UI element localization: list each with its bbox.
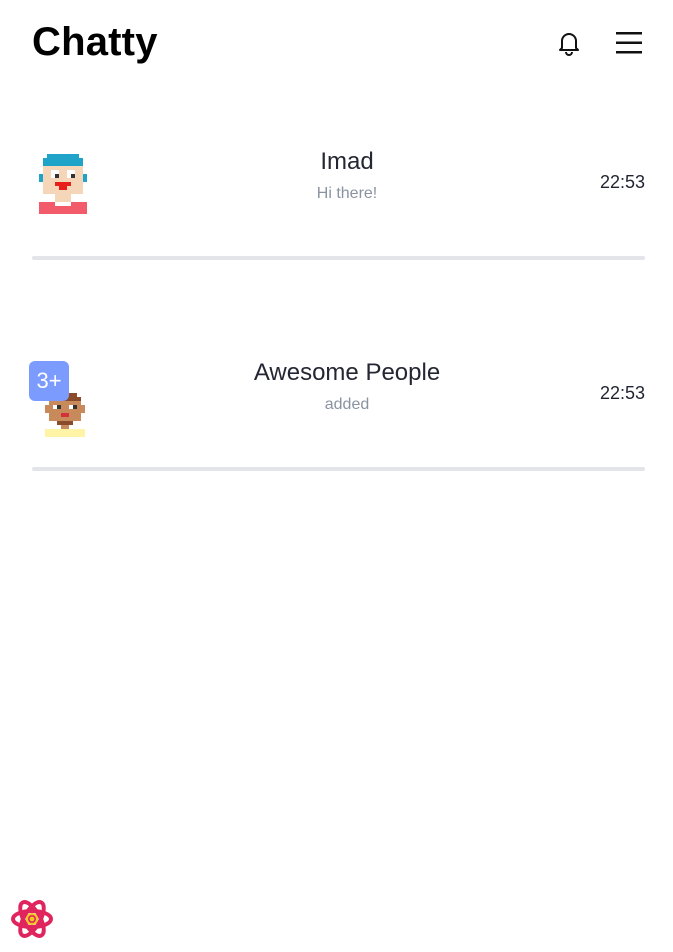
divider: [32, 256, 645, 260]
group-member-badge: 3+: [29, 361, 69, 401]
chat-info: Awesome People added: [112, 359, 582, 415]
chat-name: Imad: [320, 148, 374, 175]
chat-preview: Hi there!: [316, 185, 378, 202]
chat-info: Imad Hi there!: [112, 148, 582, 204]
chat-list: Imad Hi there! 22:53 3+ Awesome People a…: [29, 110, 645, 471]
bell-icon: [559, 33, 579, 56]
divider: [32, 467, 645, 471]
group-avatar: 3+: [29, 361, 89, 441]
notifications-button[interactable]: [554, 28, 584, 58]
pixel-avatar-icon: [39, 154, 87, 214]
app-header: Chatty: [0, 0, 673, 88]
chat-preview: added: [324, 396, 370, 413]
chat-name: Awesome People: [253, 359, 441, 386]
app-title: Chatty: [32, 20, 158, 64]
hamburger-menu-icon: [616, 32, 642, 54]
menu-button[interactable]: [614, 28, 644, 58]
chat-item-awesome-people[interactable]: 3+ Awesome People added 22:53: [29, 321, 645, 471]
chat-time: 22:53: [599, 172, 645, 192]
react-logo-icon: [11, 900, 53, 938]
chat-item-imad[interactable]: Imad Hi there! 22:53: [32, 110, 645, 260]
chat-time: 22:53: [599, 383, 645, 403]
